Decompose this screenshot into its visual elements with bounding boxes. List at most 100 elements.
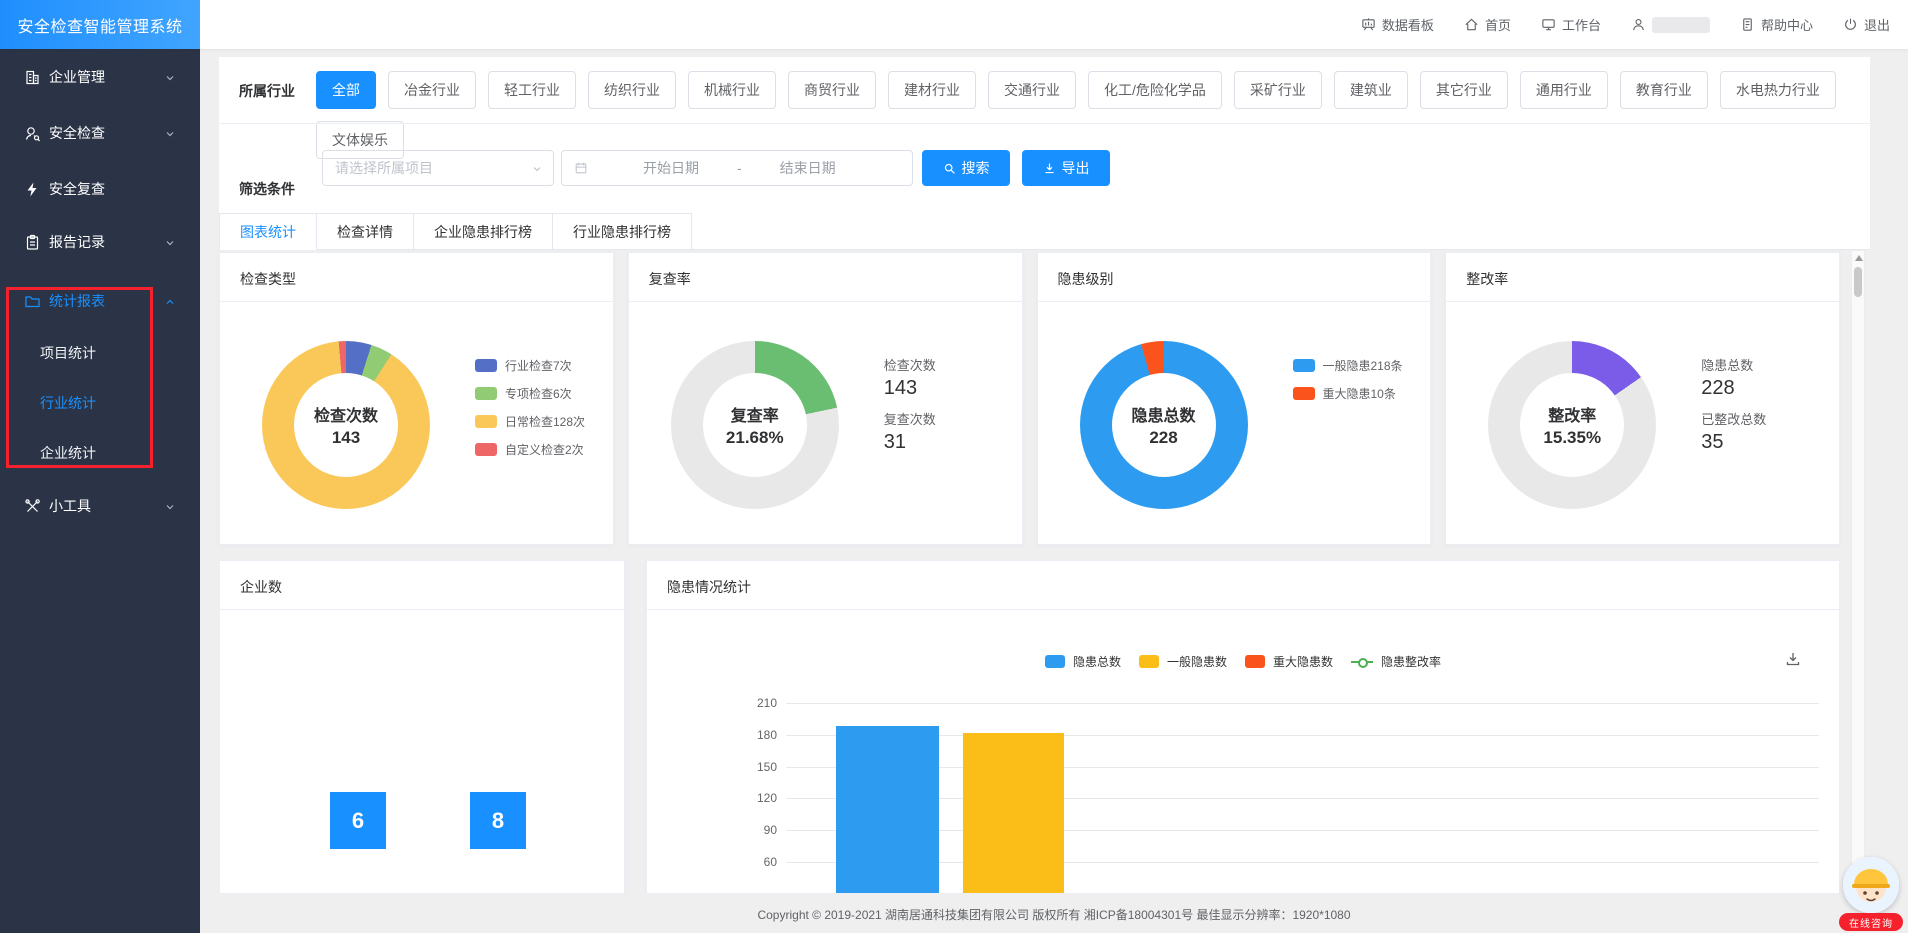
sidebar-item-report-record[interactable]: 报告记录 (0, 231, 200, 253)
legend-item: 一般隐患218条 (1293, 357, 1403, 374)
industry-button[interactable]: 采矿行业 (1234, 71, 1322, 109)
legend-item-隐患整改率[interactable]: 隐患整改率 (1351, 653, 1441, 670)
sidebar-item-enterprise-mgmt[interactable]: 企业管理 (0, 66, 200, 88)
sidebar-subitem-label: 行业统计 (40, 393, 96, 413)
tab-图表统计[interactable]: 图表统计 (219, 213, 317, 250)
legend-label: 行业检查7次 (505, 357, 572, 374)
nav-item-label: 数据看板 (1382, 15, 1434, 34)
sidebar-item-safety-recheck[interactable]: 安全复查 (0, 178, 200, 200)
power-icon (1843, 17, 1858, 32)
tab-bar-filler (692, 213, 1870, 250)
industry-button[interactable]: 教育行业 (1620, 71, 1708, 109)
legend-item-隐患总数[interactable]: 隐患总数 (1045, 653, 1121, 670)
tab-企业隐患排行榜[interactable]: 企业隐患排行榜 (414, 213, 553, 250)
industry-button[interactable]: 纺织行业 (588, 71, 676, 109)
nav-item-help-center[interactable]: 帮助中心 (1740, 15, 1813, 34)
hazard-level-donut-chart[interactable]: 隐患总数 228 (1080, 341, 1248, 509)
bottom-cards-row: 企业数 68 隐患情况统计 隐患总数一般隐患数重大隐患数隐患整改率 210180… (219, 560, 1840, 894)
industry-button[interactable]: 轻工行业 (488, 71, 576, 109)
clipboard-icon (24, 234, 41, 251)
y-axis-tick: 150 (707, 760, 777, 774)
calendar-icon (574, 161, 588, 175)
project-select[interactable]: 请选择所属项目 (322, 150, 554, 186)
industry-button[interactable]: 商贸行业 (788, 71, 876, 109)
bar-一般隐患数[interactable] (963, 733, 1064, 894)
sidebar-subitem-project-stats[interactable]: 项目统计 (0, 343, 200, 363)
chevron-up-icon (164, 295, 176, 307)
legend-label: 隐患总数 (1073, 653, 1121, 670)
stat-value: 31 (884, 431, 936, 454)
main-content: 所属行业 全部冶金行业轻工行业纺织行业机械行业商贸行业建材行业交通行业化工/危险… (200, 49, 1908, 933)
card-rectify-rate: 整改率 整改率 15.35% 隐患总数228已整改总数35 (1445, 252, 1840, 545)
sidebar-subitem-company-stats[interactable]: 企业统计 (0, 443, 200, 463)
industry-button[interactable]: 水电热力行业 (1720, 71, 1836, 109)
legend-item-重大隐患数[interactable]: 重大隐患数 (1245, 653, 1333, 670)
legend-swatch (475, 359, 497, 372)
sidebar-item-label: 报告记录 (49, 232, 105, 252)
nav-item-label: 工作台 (1562, 15, 1601, 34)
nav-item-home[interactable]: 首页 (1464, 15, 1511, 34)
grid-line (786, 830, 1819, 831)
building-icon (24, 69, 41, 86)
monitor-icon (1541, 17, 1556, 32)
industry-button[interactable]: 全部 (316, 71, 376, 109)
legend-item-一般隐患数[interactable]: 一般隐患数 (1139, 653, 1227, 670)
online-consult-label: 在线咨询 (1839, 913, 1903, 931)
divider (219, 123, 1870, 124)
sidebar-item-tools[interactable]: 小工具 (0, 495, 200, 517)
online-consult-widget[interactable]: 在线咨询 (1838, 857, 1904, 933)
industry-button[interactable]: 建筑业 (1334, 71, 1408, 109)
card-review-rate: 复查率 复查率 21.68% 检查次数143复查次数31 (628, 252, 1023, 545)
chevron-down-icon (164, 127, 176, 139)
download-chart-icon[interactable] (1785, 651, 1801, 667)
industry-button[interactable]: 机械行业 (688, 71, 776, 109)
card-check-type: 检查类型 检查次数 143 行业检查7次专项检查6次日常检查128次自定义检查2… (219, 252, 614, 545)
sidebar-item-safety-check[interactable]: 安全检查 (0, 122, 200, 144)
nav-item-user[interactable] (1631, 17, 1710, 33)
industry-button[interactable]: 交通行业 (988, 71, 1076, 109)
consultant-avatar (1843, 857, 1899, 913)
legend-swatch (1045, 655, 1065, 668)
tab-行业隐患排行榜[interactable]: 行业隐患排行榜 (553, 213, 692, 250)
nav-item-logout[interactable]: 退出 (1843, 15, 1890, 34)
nav-item-workbench[interactable]: 工作台 (1541, 15, 1601, 34)
legend-label: 一般隐患218条 (1323, 357, 1403, 374)
industry-button[interactable]: 冶金行业 (388, 71, 476, 109)
sidebar-subitem-label: 企业统计 (40, 443, 96, 463)
industry-button[interactable]: 建材行业 (888, 71, 976, 109)
sidebar-subitem-industry-stats[interactable]: 行业统计 (0, 393, 200, 413)
date-range-picker[interactable]: 开始日期 - 结束日期 (561, 150, 913, 186)
y-axis-tick: 90 (707, 823, 777, 837)
stat-label: 已整改总数 (1701, 409, 1766, 428)
card-company-count: 企业数 68 (219, 560, 625, 894)
legend-label: 自定义检查2次 (505, 441, 584, 458)
review-rate-donut-chart[interactable]: 复查率 21.68% (671, 341, 839, 509)
industry-button[interactable]: 其它行业 (1420, 71, 1508, 109)
rectify-rate-donut-chart[interactable]: 整改率 15.35% (1488, 341, 1656, 509)
industry-button[interactable]: 通用行业 (1520, 71, 1608, 109)
sidebar-item-stats-report[interactable]: 统计报表 (0, 290, 200, 312)
footer-copyright: Copyright © 2019-2021 湖南居通科技集团有限公司 版权所有 … (200, 895, 1908, 933)
legend-swatch (1139, 655, 1159, 668)
legend-item: 专项检查6次 (475, 385, 585, 402)
chevron-down-icon (164, 236, 176, 248)
user-icon (1631, 17, 1646, 32)
scrollbar-thumb[interactable] (1854, 267, 1862, 297)
nav-item-data-board[interactable]: 数据看板 (1361, 15, 1434, 34)
filter-panel: 所属行业 全部冶金行业轻工行业纺织行业机械行业商贸行业建材行业交通行业化工/危险… (219, 57, 1870, 250)
hazard-stats-legend: 隐患总数 一般隐患数 重大隐患数 隐患整改率 (647, 653, 1839, 670)
sidebar-item-label: 小工具 (49, 496, 91, 516)
scroll-up-arrow[interactable] (1855, 255, 1863, 261)
top-header: 安全检查智能管理系统 数据看板首页工作台帮助中心退出 (0, 0, 1908, 49)
check-type-donut-chart[interactable]: 检查次数 143 (262, 341, 430, 509)
bar-隐患总数[interactable] (836, 726, 939, 894)
tab-检查详情[interactable]: 检查详情 (317, 213, 414, 250)
search-button[interactable]: 搜索 (922, 150, 1010, 186)
export-button[interactable]: 导出 (1022, 150, 1110, 186)
lightning-icon (24, 181, 41, 198)
industry-button[interactable]: 化工/危险化学品 (1088, 71, 1222, 109)
check-type-legend: 行业检查7次专项检查6次日常检查128次自定义检查2次 (475, 357, 585, 458)
vertical-scrollbar[interactable] (1851, 250, 1865, 895)
card-hazard-stats: 隐患情况统计 隐患总数一般隐患数重大隐患数隐患整改率 2101801501209… (646, 560, 1840, 894)
user-name-redacted (1652, 17, 1710, 33)
